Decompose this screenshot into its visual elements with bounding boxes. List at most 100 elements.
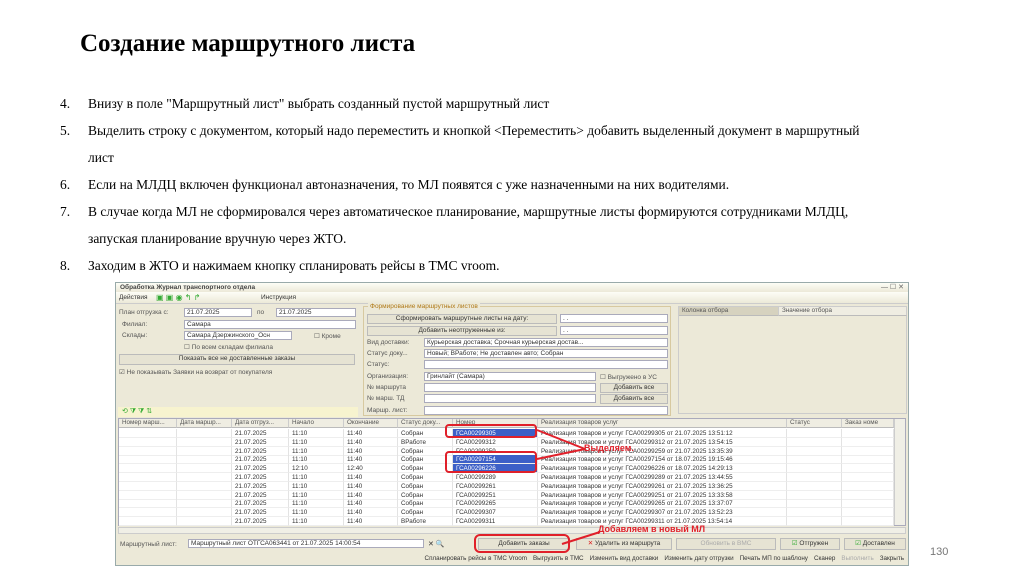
table-cell[interactable]: ГСА00299307 — [453, 508, 538, 518]
table-cell[interactable]: 21.07.2025 — [232, 464, 289, 474]
table-cell[interactable]: 11:40 — [344, 473, 398, 482]
table-cell[interactable] — [842, 437, 894, 447]
table-cell[interactable]: 11:40 — [344, 517, 398, 526]
refresh-icon[interactable]: ▣ ▣ ◉ ↰ ↱ — [156, 293, 200, 302]
table-cell[interactable] — [119, 508, 177, 518]
table-cell[interactable] — [177, 481, 232, 491]
table-cell[interactable]: Реализация товаров и услуг ГСА00299265 о… — [538, 499, 787, 509]
table-cell[interactable] — [119, 499, 177, 509]
table-cell[interactable] — [842, 517, 894, 526]
table-cell[interactable] — [119, 455, 177, 465]
sort-icon[interactable]: ⇅ — [146, 408, 152, 415]
table-cell[interactable]: 11:10 — [289, 490, 344, 500]
table-cell[interactable]: 11:10 — [289, 455, 344, 465]
clear-filter-icon[interactable]: ⧩ — [138, 408, 144, 415]
table-cell[interactable]: ВРаботе — [398, 437, 453, 447]
form-date-field[interactable]: . . — [560, 314, 668, 323]
table-cell[interactable] — [787, 508, 842, 518]
table-cell[interactable]: Реализация товаров и услуг ГСА00299251 о… — [538, 490, 787, 500]
table-cell[interactable]: 11:40 — [344, 437, 398, 447]
command-7[interactable]: Закрыть — [880, 555, 904, 562]
bottom-route-sheet-field[interactable]: Маршрутный лист ОТГСА063441 от 21.07.202… — [188, 539, 424, 548]
table-cell[interactable] — [787, 464, 842, 474]
table-cell[interactable] — [177, 429, 232, 438]
table-cell[interactable] — [787, 437, 842, 447]
table-cell[interactable]: ГСА00299251 — [453, 490, 538, 500]
table-cell[interactable]: 21.07.2025 — [232, 429, 289, 438]
table-cell[interactable] — [177, 508, 232, 518]
table-cell[interactable]: 11:10 — [289, 517, 344, 526]
route-sheet-field[interactable] — [424, 406, 668, 415]
table-cell[interactable] — [787, 455, 842, 465]
search-icon[interactable]: ✕ 🔍 — [428, 540, 445, 548]
table-cell[interactable]: 21.07.2025 — [232, 490, 289, 500]
table-cell[interactable] — [119, 429, 177, 438]
filter-icon[interactable]: ⧩ — [130, 408, 136, 415]
except-checkbox[interactable]: ☐ Кроме — [314, 332, 341, 340]
add-all-button-2[interactable]: Добавить все — [600, 394, 668, 404]
status-field[interactable] — [424, 360, 668, 369]
table-cell[interactable] — [119, 490, 177, 500]
table-cell[interactable] — [177, 490, 232, 500]
table-cell[interactable] — [842, 464, 894, 474]
date-from-field[interactable]: 21.07.2025 — [184, 308, 252, 317]
table-cell[interactable]: 11:10 — [289, 446, 344, 456]
column-header[interactable]: Заказ номе — [842, 419, 894, 428]
horizontal-scrollbar[interactable] — [118, 527, 906, 534]
table-cell[interactable]: 11:40 — [344, 481, 398, 491]
table-cell[interactable] — [119, 446, 177, 456]
table-cell[interactable] — [787, 490, 842, 500]
command-0[interactable]: Спланировать рейсы в ТМС Vroom — [425, 555, 527, 562]
table-cell[interactable] — [842, 473, 894, 482]
table-cell[interactable] — [177, 455, 232, 465]
table-cell[interactable]: 12:10 — [289, 464, 344, 474]
table-cell[interactable] — [177, 437, 232, 447]
column-header[interactable]: Дата отгруз... — [232, 419, 289, 428]
table-cell[interactable]: 11:10 — [289, 473, 344, 482]
table-cell[interactable]: 21.07.2025 — [232, 473, 289, 482]
window-controls-icon[interactable]: — ☐ ✕ — [881, 283, 904, 291]
table-cell[interactable]: 21.07.2025 — [232, 455, 289, 465]
table-cell[interactable]: ВРаботе — [398, 517, 453, 526]
table-cell[interactable]: 12:40 — [344, 464, 398, 474]
column-header[interactable]: Статус — [787, 419, 842, 428]
table-cell[interactable]: Собран — [398, 490, 453, 500]
command-1[interactable]: Выгрузить в ТМС — [533, 555, 584, 562]
table-cell[interactable]: 11:40 — [344, 429, 398, 438]
table-cell[interactable]: 11:40 — [344, 508, 398, 518]
table-cell[interactable] — [842, 446, 894, 456]
table-cell[interactable]: 11:40 — [344, 490, 398, 500]
table-cell[interactable] — [787, 517, 842, 526]
table-cell[interactable]: Реализация товаров и услуг ГСА00299289 о… — [538, 473, 787, 482]
table-cell[interactable]: Собран — [398, 499, 453, 509]
refresh-icon[interactable]: ⟲ — [122, 408, 128, 415]
table-cell[interactable]: Реализация товаров и услуг ГСА00299261 о… — [538, 481, 787, 491]
table-cell[interactable]: 11:10 — [289, 437, 344, 447]
delivery-field[interactable]: Курьерская доставка; Срочная курьерская … — [424, 338, 668, 347]
shipped-button[interactable]: ☑ Отгружен — [780, 538, 840, 550]
table-cell[interactable] — [119, 464, 177, 474]
table-cell[interactable]: 11:10 — [289, 499, 344, 509]
table-cell[interactable] — [177, 499, 232, 509]
table-cell[interactable] — [787, 473, 842, 482]
table-cell[interactable] — [787, 481, 842, 491]
table-cell[interactable]: 21.07.2025 — [232, 446, 289, 456]
table-cell[interactable]: Собран — [398, 473, 453, 482]
delivered-button[interactable]: ☑ Доставлен — [844, 538, 906, 550]
command-4[interactable]: Печать МП по шаблону — [740, 555, 808, 562]
table-cell[interactable] — [177, 464, 232, 474]
table-cell[interactable] — [177, 473, 232, 482]
route-field[interactable] — [424, 383, 596, 392]
add-unshipped-button[interactable]: Добавить неотгруженные из: — [367, 326, 557, 336]
table-cell[interactable] — [119, 437, 177, 447]
command-2[interactable]: Изменить вид доставки — [590, 555, 659, 562]
command-5[interactable]: Сканер — [814, 555, 835, 562]
table-cell[interactable]: ГСА00299261 — [453, 481, 538, 491]
column-header[interactable]: Окончание — [344, 419, 398, 428]
table-cell[interactable] — [842, 508, 894, 518]
column-header[interactable]: Начало — [289, 419, 344, 428]
all-warehouses-checkbox[interactable]: ☐ По всем складам филиала — [184, 343, 273, 351]
table-cell[interactable]: 11:10 — [289, 508, 344, 518]
table-cell[interactable] — [842, 490, 894, 500]
add-all-button-1[interactable]: Добавить все — [600, 383, 668, 393]
